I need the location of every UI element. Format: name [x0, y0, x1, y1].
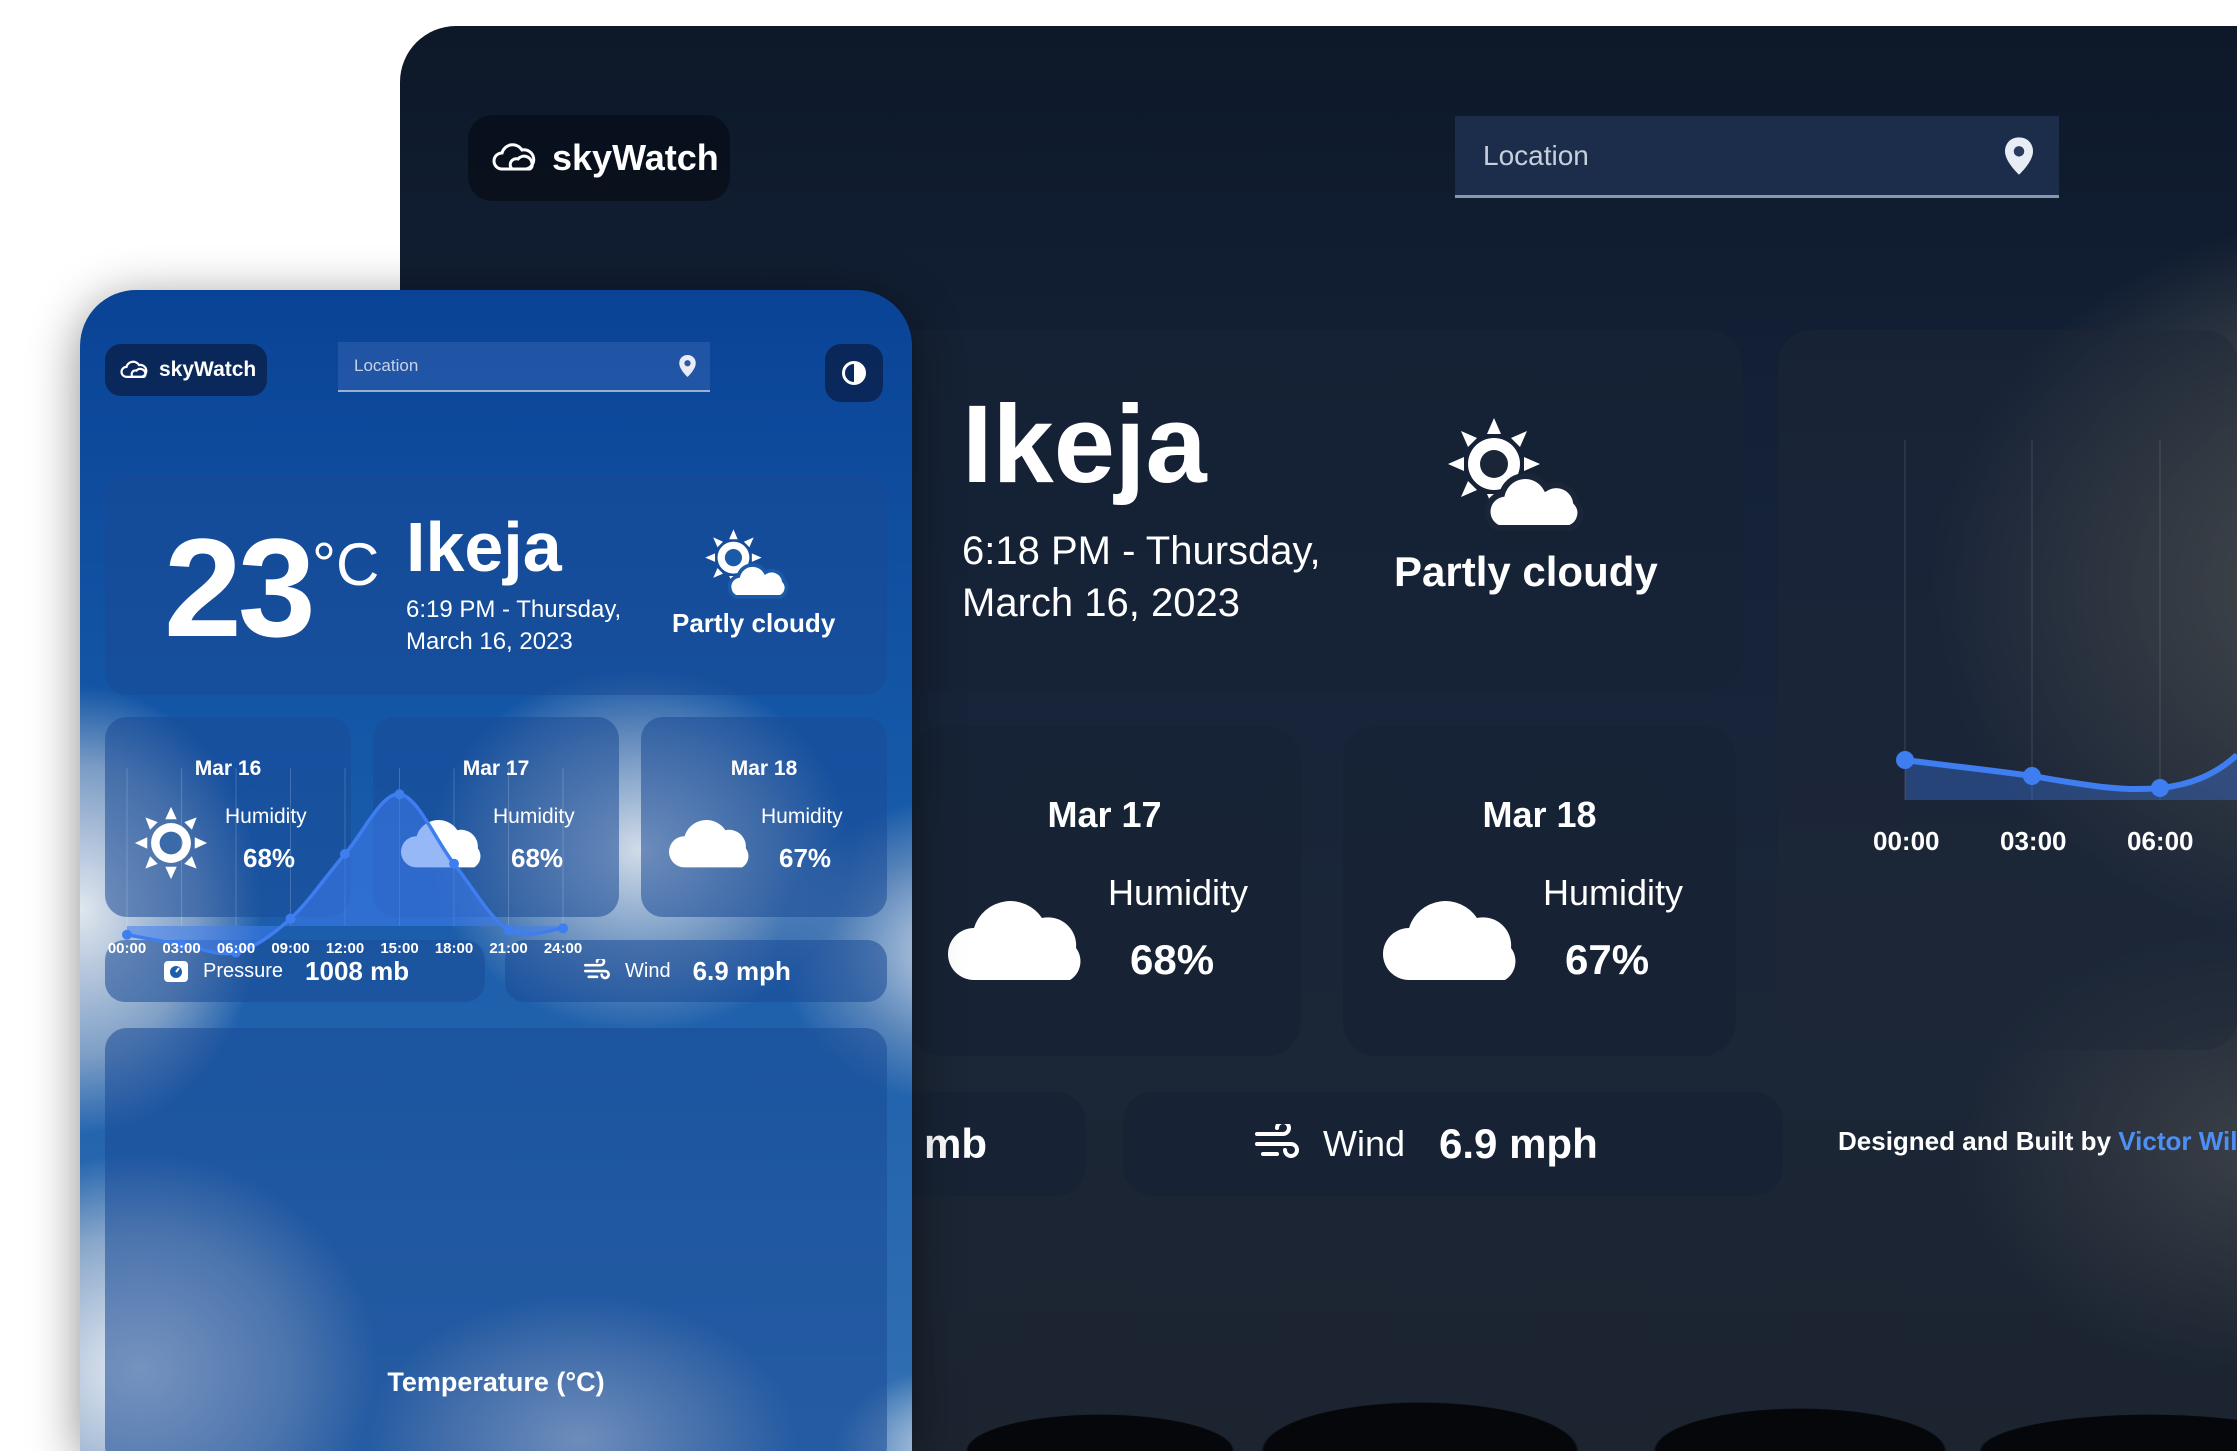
- cloud-logo-icon: [492, 143, 536, 171]
- forecast-date: Mar 17: [1047, 794, 1162, 835]
- wind-label: Wind: [1323, 1123, 1406, 1164]
- partly-cloudy-icon: [1446, 416, 1596, 541]
- desktop-condition-label: Partly cloudy: [1394, 548, 1658, 595]
- pressure-value: mb: [924, 1120, 987, 1167]
- cloud-icon: [1383, 876, 1533, 991]
- chart-point: [449, 858, 459, 869]
- desktop-x-tick: 00:00: [1873, 826, 1940, 856]
- x-tick-label: 18:00: [434, 940, 474, 957]
- location-pin-icon[interactable]: [2005, 136, 2033, 175]
- chart-point: [394, 789, 405, 800]
- x-tick-label: 03:00: [162, 940, 201, 957]
- chart-point: [558, 923, 568, 934]
- tablet-content: 23 °C Ikeja 6:19 PM - Thursday, March 16…: [80, 290, 912, 1451]
- desktop-x-tick: 06:00: [2127, 826, 2194, 856]
- x-tick-label: 09:00: [271, 940, 310, 957]
- author-link[interactable]: Victor Willi: [2118, 1126, 2237, 1156]
- x-tick-label: 15:00: [380, 940, 419, 957]
- x-tick-label: 06:00: [216, 940, 256, 957]
- desktop-forecast-card-mar17: Mar 17 Humidity 68%: [908, 726, 1301, 1056]
- desktop-datetime: 6:18 PM - Thursday, March 16, 2023: [962, 529, 1321, 625]
- chart-point: [503, 924, 514, 935]
- wind-value: 6.9 mph: [1439, 1120, 1598, 1167]
- treeline-silhouette: [900, 1321, 2237, 1451]
- x-tick-label: 12:00: [325, 940, 365, 957]
- desktop-temperature-chart: [1896, 440, 2237, 800]
- humidity-value: 68%: [1130, 936, 1215, 983]
- wind-icon: [1255, 1124, 1299, 1158]
- humidity-value: 67%: [1565, 936, 1650, 983]
- temperature-chart: [122, 768, 568, 958]
- credit-line: Designed and Built by Victor Willi: [1838, 1126, 2237, 1157]
- app-name: skyWatch: [552, 137, 719, 178]
- chart-point: [285, 913, 296, 924]
- chart-point: [122, 929, 132, 940]
- desktop-x-tick: 03:00: [2000, 826, 2067, 856]
- chart-title: Temperature (°C): [387, 1367, 605, 1397]
- humidity-label: Humidity: [1108, 872, 1249, 913]
- humidity-label: Humidity: [1543, 872, 1684, 913]
- location-input[interactable]: [1481, 138, 2005, 173]
- desktop-forecast-card-mar18: Mar 18 Humidity 67%: [1343, 726, 1736, 1056]
- x-tick-label: 00:00: [107, 940, 147, 957]
- forecast-date: Mar 18: [1482, 794, 1597, 835]
- chart-point: [340, 849, 350, 859]
- x-tick-label: 21:00: [489, 940, 528, 957]
- credit-prefix: Designed and Built by: [1838, 1126, 2112, 1156]
- desktop-search-bar: [1455, 116, 2059, 198]
- cloud-icon: [948, 876, 1098, 991]
- chart-point: [2023, 767, 2041, 785]
- chart-point: [2151, 779, 2169, 797]
- desktop-city-name: Ikeja: [962, 383, 1207, 506]
- desktop-wind-pill: Wind 6.9 mph: [1123, 1092, 1783, 1196]
- desktop-logo[interactable]: skyWatch: [468, 115, 730, 201]
- x-tick-label: 24:00: [543, 940, 583, 957]
- chart-point: [1896, 751, 1914, 769]
